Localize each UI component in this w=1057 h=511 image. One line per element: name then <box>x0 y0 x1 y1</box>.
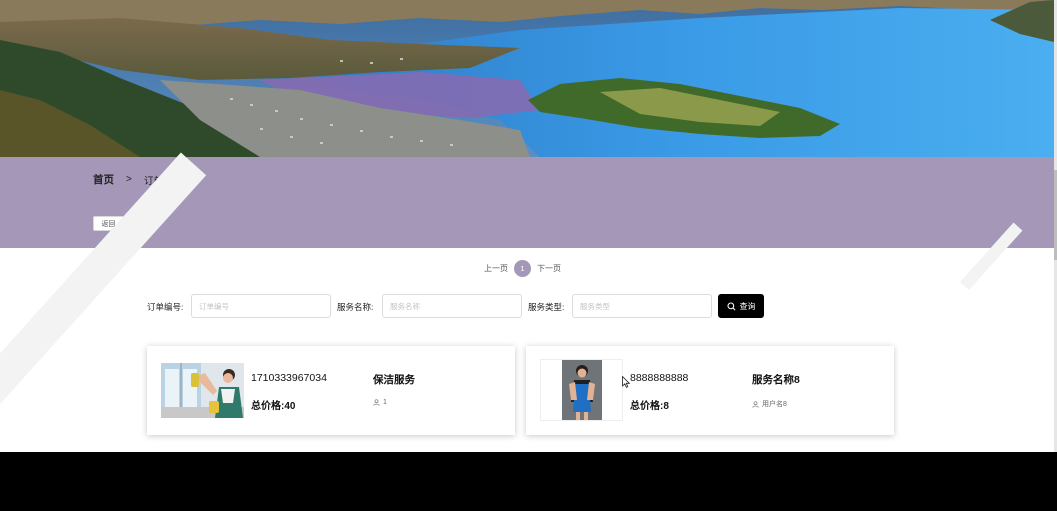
breadcrumb-home[interactable]: 首页 <box>93 172 114 187</box>
hero-banner <box>0 0 1054 157</box>
service-name-input[interactable] <box>382 294 522 318</box>
order-no-label: 订单编号: <box>147 302 184 312</box>
service-type-label: 服务类型: <box>528 302 565 312</box>
prev-page-link[interactable]: 上一页 <box>484 263 508 274</box>
service-name-label: 服务名称: <box>337 302 374 312</box>
order-card[interactable]: 8888888888 服务名称8 总价格:8 用户名8 <box>526 346 894 435</box>
breadcrumb-separator: > <box>126 174 132 185</box>
user-icon <box>373 399 380 406</box>
order-user: 用户名8 <box>752 399 787 409</box>
next-page-link[interactable]: 下一页 <box>537 263 561 274</box>
order-number: 1710333967034 <box>251 372 327 384</box>
page: 首页 > 订单信息 返回 上一页 1 下一页 订单编号: 服务名称: 服务类型:… <box>0 0 1054 452</box>
order-card[interactable]: 1710333967034 保洁服务 总价格:40 1 <box>147 346 515 435</box>
page-number-current[interactable]: 1 <box>514 260 531 277</box>
query-button-label: 查询 <box>739 301 756 311</box>
order-user: 1 <box>373 399 387 406</box>
total-price: 总价格:8 <box>630 401 669 412</box>
query-button[interactable]: 查询 <box>718 294 764 318</box>
landscape-image <box>0 0 1054 157</box>
order-number: 8888888888 <box>630 372 689 384</box>
service-name: 保洁服务 <box>373 374 415 386</box>
service-type-input[interactable] <box>572 294 712 318</box>
order-user-name: 用户名8 <box>762 401 787 408</box>
user-icon <box>752 400 759 408</box>
service-image <box>161 363 244 418</box>
pagination: 上一页 1 下一页 <box>484 260 561 277</box>
order-user-name: 1 <box>383 399 387 406</box>
service-image <box>540 359 623 421</box>
order-no-input[interactable] <box>191 294 331 318</box>
total-price: 总价格:40 <box>251 401 296 412</box>
service-name: 服务名称8 <box>752 374 800 386</box>
search-icon <box>726 301 735 310</box>
mouse-cursor-icon <box>622 376 630 388</box>
